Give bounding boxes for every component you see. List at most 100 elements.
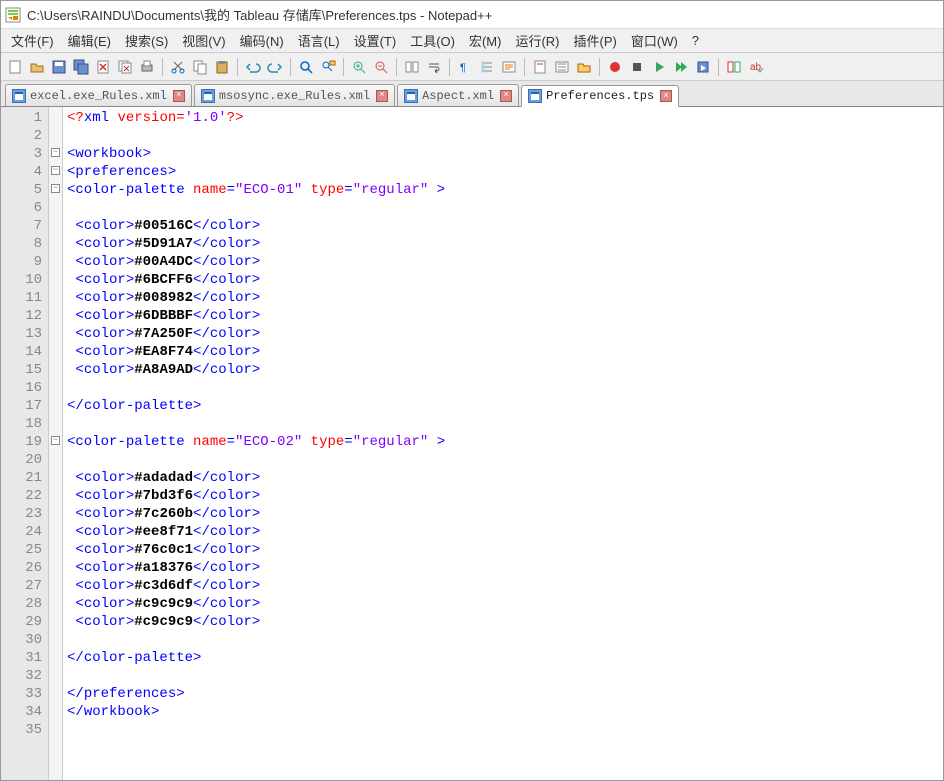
menu-run[interactable]: 运行(R) [509, 29, 565, 52]
play-multi-icon[interactable] [671, 57, 691, 77]
save-all-icon[interactable] [71, 57, 91, 77]
close-icon[interactable] [93, 57, 113, 77]
separator [599, 58, 600, 76]
copy-icon[interactable] [190, 57, 210, 77]
code-line[interactable] [67, 667, 939, 685]
code-line[interactable]: </color-palette> [67, 397, 939, 415]
code-line[interactable] [67, 631, 939, 649]
close-all-icon[interactable] [115, 57, 135, 77]
menu-language[interactable]: 语言(L) [292, 29, 346, 52]
fold-marker [49, 377, 62, 395]
code-line[interactable]: <color>#c3d6df</color> [67, 577, 939, 595]
play-macro-icon[interactable] [649, 57, 669, 77]
find-icon[interactable] [296, 57, 316, 77]
code-line[interactable]: <color>#7c260b</color> [67, 505, 939, 523]
compare-icon[interactable] [724, 57, 744, 77]
code-line[interactable] [67, 379, 939, 397]
tab-close-icon[interactable]: × [376, 90, 388, 102]
code-line[interactable]: <color>#c9c9c9</color> [67, 595, 939, 613]
tab-close-icon[interactable]: × [660, 90, 672, 102]
file-tab[interactable]: excel.exe_Rules.xml× [5, 84, 192, 106]
tab-close-icon[interactable]: × [173, 90, 185, 102]
code-line[interactable]: <preferences> [67, 163, 939, 181]
doc-map-icon[interactable] [530, 57, 550, 77]
open-file-icon[interactable] [27, 57, 47, 77]
code-line[interactable]: </preferences> [67, 685, 939, 703]
code-line[interactable] [67, 721, 939, 739]
code-line[interactable]: <color>#c9c9c9</color> [67, 613, 939, 631]
code-line[interactable]: <color>#ee8f71</color> [67, 523, 939, 541]
fold-marker [49, 215, 62, 233]
code-line[interactable]: <color-palette name="ECO-01" type="regul… [67, 181, 939, 199]
code-line[interactable]: <color>#76c0c1</color> [67, 541, 939, 559]
menu-search[interactable]: 搜索(S) [119, 29, 174, 52]
code-line[interactable] [67, 415, 939, 433]
fold-marker[interactable]: − [49, 161, 62, 179]
cut-icon[interactable] [168, 57, 188, 77]
sync-scroll-icon[interactable] [402, 57, 422, 77]
line-number-gutter: 1234567891011121314151617181920212223242… [1, 107, 49, 780]
file-tab[interactable]: Aspect.xml× [397, 84, 519, 106]
code-line[interactable] [67, 199, 939, 217]
menu-plugins[interactable]: 插件(P) [568, 29, 623, 52]
code-line[interactable]: <color>#7bd3f6</color> [67, 487, 939, 505]
window: C:\Users\RAINDU\Documents\我的 Tableau 存储库… [0, 0, 944, 781]
save-macro-icon[interactable] [693, 57, 713, 77]
menu-macro[interactable]: 宏(M) [463, 29, 508, 52]
code-line[interactable]: <color>#6BCFF6</color> [67, 271, 939, 289]
code-line[interactable]: <workbook> [67, 145, 939, 163]
indent-guide-icon[interactable] [477, 57, 497, 77]
code-line[interactable]: <color>#00A4DC</color> [67, 253, 939, 271]
replace-icon[interactable] [318, 57, 338, 77]
save-icon[interactable] [49, 57, 69, 77]
code-line[interactable]: <color>#EA8F74</color> [67, 343, 939, 361]
fold-marker[interactable]: − [49, 179, 62, 197]
code-line[interactable]: <color>#6DBBBF</color> [67, 307, 939, 325]
code-area[interactable]: <?xml version='1.0'?> <workbook><preferen… [63, 107, 943, 780]
code-line[interactable]: <color-palette name="ECO-02" type="regul… [67, 433, 939, 451]
record-macro-icon[interactable] [605, 57, 625, 77]
code-line[interactable]: <color>#a18376</color> [67, 559, 939, 577]
menu-tools[interactable]: 工具(O) [404, 29, 461, 52]
tab-close-icon[interactable]: × [500, 90, 512, 102]
zoom-out-icon[interactable] [371, 57, 391, 77]
code-line[interactable]: <?xml version='1.0'?> [67, 109, 939, 127]
menu-edit[interactable]: 编辑(E) [62, 29, 117, 52]
code-line[interactable] [67, 451, 939, 469]
code-line[interactable]: </workbook> [67, 703, 939, 721]
code-line[interactable]: <color>#7A250F</color> [67, 325, 939, 343]
menu-settings[interactable]: 设置(T) [348, 29, 403, 52]
code-line[interactable]: <color>#00516C</color> [67, 217, 939, 235]
menu-file[interactable]: 文件(F) [5, 29, 60, 52]
spell-icon[interactable]: ab [746, 57, 766, 77]
separator [237, 58, 238, 76]
line-number: 23 [3, 505, 42, 523]
wrap-icon[interactable] [424, 57, 444, 77]
stop-macro-icon[interactable] [627, 57, 647, 77]
code-line[interactable]: <color>#A8A9AD</color> [67, 361, 939, 379]
code-line[interactable]: </color-palette> [67, 649, 939, 667]
undo-icon[interactable] [243, 57, 263, 77]
file-tab[interactable]: Preferences.tps× [521, 85, 679, 107]
new-file-icon[interactable] [5, 57, 25, 77]
code-line[interactable] [67, 127, 939, 145]
code-line[interactable]: <color>#adadad</color> [67, 469, 939, 487]
lang-icon[interactable] [499, 57, 519, 77]
file-tab[interactable]: msosync.exe_Rules.xml× [194, 84, 395, 106]
print-icon[interactable] [137, 57, 157, 77]
line-number: 30 [3, 631, 42, 649]
fold-marker[interactable]: − [49, 431, 62, 449]
show-chars-icon[interactable]: ¶ [455, 57, 475, 77]
func-list-icon[interactable] [552, 57, 572, 77]
fold-marker[interactable]: − [49, 143, 62, 161]
menu-help[interactable]: ? [686, 31, 705, 50]
code-line[interactable]: <color>#5D91A7</color> [67, 235, 939, 253]
code-line[interactable]: <color>#008982</color> [67, 289, 939, 307]
folder-icon[interactable] [574, 57, 594, 77]
paste-icon[interactable] [212, 57, 232, 77]
redo-icon[interactable] [265, 57, 285, 77]
zoom-in-icon[interactable] [349, 57, 369, 77]
menu-encoding[interactable]: 编码(N) [234, 29, 290, 52]
menu-window[interactable]: 窗口(W) [625, 29, 684, 52]
menu-view[interactable]: 视图(V) [176, 29, 231, 52]
